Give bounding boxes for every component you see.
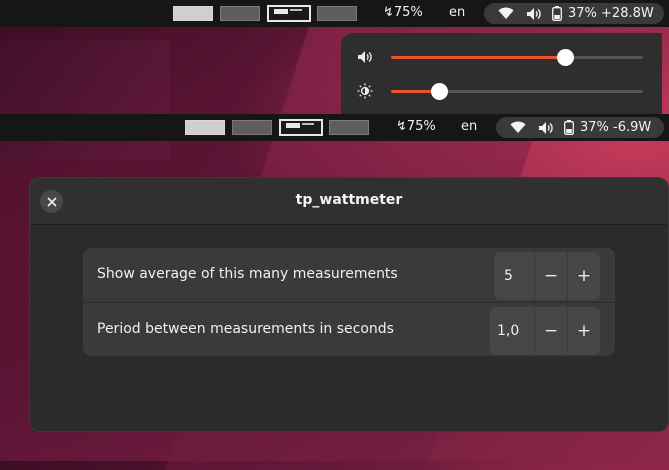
setting-row-period: Period between measurements in seconds 1… bbox=[83, 302, 615, 357]
second-panel: ↯75% en 37% -6.9W bbox=[0, 114, 669, 141]
increment-button[interactable]: + bbox=[568, 252, 600, 300]
brightness-slider[interactable] bbox=[391, 83, 643, 100]
battery-icon bbox=[564, 120, 574, 135]
dialog-title: tp_wattmeter bbox=[295, 192, 403, 208]
workspace-1[interactable] bbox=[173, 6, 213, 21]
volume-slider-handle[interactable] bbox=[556, 49, 574, 66]
system-status-area[interactable]: 37% -6.9W bbox=[496, 117, 664, 138]
workspace-4[interactable] bbox=[329, 120, 369, 135]
workspace-3-active[interactable] bbox=[279, 119, 323, 136]
average-count-input[interactable]: 5 bbox=[494, 252, 534, 300]
decrement-button[interactable]: − bbox=[535, 307, 567, 355]
setting-label: Show average of this many measurements bbox=[97, 266, 398, 282]
setting-row-average-count: Show average of this many measurements 5… bbox=[83, 248, 615, 302]
brightness-slider-handle[interactable] bbox=[430, 83, 448, 100]
battery-status-text: 37% -6.9W bbox=[580, 120, 652, 135]
brightness-slider-row bbox=[357, 81, 647, 101]
quick-settings-menu bbox=[341, 33, 662, 117]
setting-label: Period between measurements in seconds bbox=[97, 321, 394, 337]
battery-icon bbox=[552, 6, 562, 21]
brightness-icon bbox=[357, 83, 373, 99]
settings-list: Show average of this many measurements 5… bbox=[83, 248, 615, 356]
decrement-button[interactable]: − bbox=[535, 252, 567, 300]
keyboard-layout-indicator[interactable]: en bbox=[449, 5, 465, 20]
speaker-icon bbox=[538, 121, 554, 135]
workspace-2[interactable] bbox=[232, 120, 272, 135]
system-status-area[interactable]: 37% +28.8W bbox=[484, 3, 664, 24]
wallpaper-shape bbox=[0, 40, 170, 160]
battery-status-text: 37% +28.8W bbox=[568, 6, 654, 21]
volume-fill bbox=[391, 56, 565, 59]
workspace-1[interactable] bbox=[185, 120, 225, 135]
workspace-3-active[interactable] bbox=[267, 5, 311, 22]
keyboard-layout-indicator[interactable]: en bbox=[461, 119, 477, 134]
dialog-header: tp_wattmeter bbox=[30, 178, 668, 225]
workspace-4[interactable] bbox=[317, 6, 357, 21]
average-count-spinbutton: 5 − + bbox=[494, 252, 600, 300]
wifi-icon bbox=[510, 121, 526, 134]
volume-slider-row bbox=[357, 47, 647, 67]
period-spinbutton: 1,0 − + bbox=[490, 307, 600, 355]
wifi-icon bbox=[498, 7, 514, 20]
speaker-icon bbox=[357, 49, 373, 65]
increment-button[interactable]: + bbox=[568, 307, 600, 355]
workspace-2[interactable] bbox=[220, 6, 260, 21]
power-profile-indicator[interactable]: ↯75% bbox=[396, 119, 436, 134]
speaker-icon bbox=[526, 7, 542, 21]
volume-slider[interactable] bbox=[391, 49, 643, 66]
power-profile-indicator[interactable]: ↯75% bbox=[383, 5, 423, 20]
top-panel: ↯75% en 37% +28.8W bbox=[0, 0, 669, 27]
period-input[interactable]: 1,0 bbox=[490, 307, 534, 355]
preferences-dialog: tp_wattmeter Show average of this many m… bbox=[30, 178, 668, 431]
